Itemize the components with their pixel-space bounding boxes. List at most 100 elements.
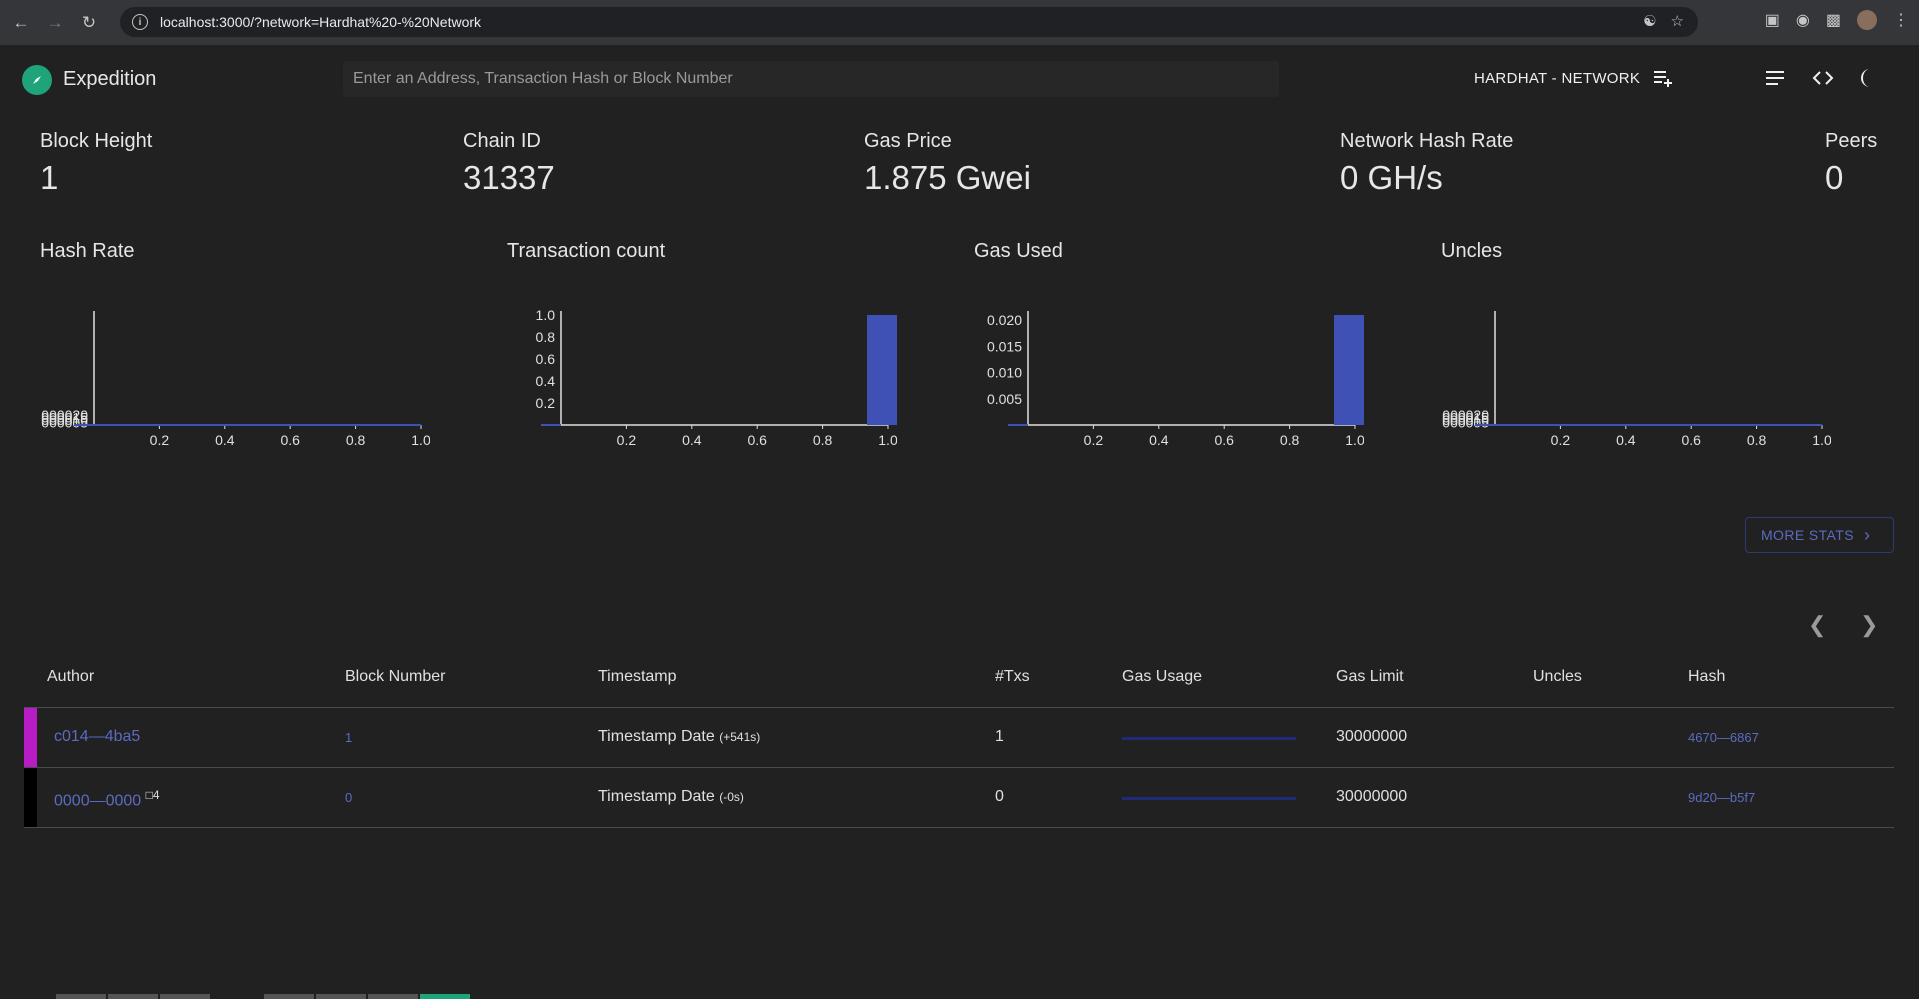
transaction-count-plot: 0.2 0.4 0.6 0.8 1.0 0.2 0.4 0.6 0.8 1.0 (536, 307, 897, 448)
bottom-strip (0, 994, 1919, 999)
timestamp-text: Timestamp Date (598, 788, 715, 805)
stat-value: 31337 (463, 159, 555, 196)
gas-limit: 30000000 (1336, 788, 1408, 805)
x-tick-label: 0.2 (1551, 432, 1571, 448)
column-timestamp: Timestamp (598, 668, 677, 685)
stat-label: Chain ID (463, 130, 541, 152)
browser-menu-icon[interactable]: ⋮ (1893, 10, 1909, 30)
txs-count: 0 (995, 788, 1004, 805)
stat-chain-id: Chain ID 31337 (463, 130, 555, 197)
timestamp-cell: Timestamp Date (+541s) (598, 728, 760, 746)
x-tick-label: 0.8 (813, 432, 833, 448)
stat-label: Block Height (40, 130, 153, 152)
browser-toolbar: ← → ↻ i localhost:3000/?network=Hardhat%… (0, 0, 1919, 45)
chart-title: Gas Used (974, 240, 1063, 262)
previous-page-icon[interactable]: ❮ (1808, 612, 1826, 638)
y-tick-label: 0.015 (987, 338, 1022, 354)
column-txs: #Txs (995, 668, 1030, 685)
bar (1334, 315, 1364, 425)
bookmark-star-icon[interactable]: ☆ (1671, 12, 1684, 30)
dark-mode-moon-icon[interactable] (1858, 65, 1884, 91)
taskbar-segment (368, 994, 418, 999)
y-tick-label: 0.6 (536, 351, 556, 367)
x-tick-label: 0.2 (150, 432, 170, 448)
app-title[interactable]: Expedition (63, 68, 156, 91)
hash-link[interactable]: 4670—6867 (1688, 730, 1759, 745)
block-number-link[interactable]: 0 (345, 790, 352, 805)
hash-link[interactable]: 9d20—b5f7 (1688, 790, 1755, 805)
uncles-plot: 0.2 0.4 0.6 0.8 1.0000005000010000015000020 (1442, 311, 1831, 448)
code-icon[interactable] (1810, 65, 1836, 91)
x-tick-label: 1.0 (411, 432, 430, 448)
hash-rate-plot: 0.2 0.4 0.6 0.8 1.0000005000010000015000020 (41, 311, 430, 448)
gas-usage-bar (1122, 737, 1296, 740)
network-name[interactable]: HARDHAT - NETWORK (1474, 70, 1640, 87)
extension-icon[interactable]: ◉ (1796, 10, 1810, 30)
profile-avatar[interactable] (1857, 10, 1877, 30)
x-tick-label: 0.4 (215, 432, 235, 448)
x-tick-label: 1.0 (1345, 432, 1364, 448)
timestamp-cell: Timestamp Date (-0s) (598, 788, 744, 806)
more-stats-label: MORE STATS (1761, 527, 1854, 543)
x-tick-label: 1.0 (1812, 432, 1831, 448)
x-tick-label: 1.0 (878, 432, 897, 448)
chart-uncles: Uncles 0.2 0.4 0.6 0.8 1.0 000005 000010 000015… (1441, 240, 1841, 470)
timestamp-delta: (+541s) (719, 730, 761, 744)
table-row: c014—4ba5 1 Timestamp Date (+541s) 1 300… (24, 707, 1894, 768)
x-tick-label: 0.8 (1280, 432, 1300, 448)
reload-icon[interactable]: ↻ (76, 10, 102, 36)
chart-title: Hash Rate (40, 240, 135, 262)
stat-value: 0 GH/s (1340, 159, 1443, 196)
x-tick-label: 0.4 (1149, 432, 1169, 448)
stat-value: 1 (40, 159, 59, 196)
url-text: localhost:3000/?network=Hardhat%20-%20Ne… (160, 14, 482, 30)
author-link[interactable]: 0000—0000 (54, 792, 141, 809)
x-tick-label: 0.4 (1616, 432, 1636, 448)
x-tick-label: 0.6 (280, 432, 300, 448)
column-author: Author (47, 668, 95, 685)
timestamp-text: Timestamp Date (598, 728, 715, 745)
chevron-right-icon: › (1863, 524, 1871, 545)
more-stats-button[interactable]: MORE STATS › (1745, 517, 1894, 553)
author-link[interactable]: c014—4ba5 (54, 728, 140, 746)
search-input[interactable] (353, 70, 1279, 88)
add-network-icon[interactable] (1650, 65, 1676, 91)
site-info-icon[interactable]: i (132, 14, 148, 30)
chart-hash-rate: Hash Rate 0.2 0.4 0.6 0.8 1.0 000005 000010 000… (40, 240, 440, 470)
y-tick-label: 0.4 (536, 373, 556, 389)
address-bar[interactable]: i localhost:3000/?network=Hardhat%20-%20… (120, 7, 1698, 37)
x-tick-label: 0.2 (617, 432, 637, 448)
chart-title: Uncles (1441, 240, 1503, 262)
x-tick-label: 0.2 (1084, 432, 1104, 448)
author-color-bar (24, 708, 37, 768)
taskbar-segment (56, 994, 106, 999)
back-icon[interactable]: ← (8, 10, 34, 36)
menu-lines-icon[interactable] (1762, 65, 1788, 91)
extension-icon[interactable]: ▣ (1765, 10, 1780, 30)
timestamp-delta: (-0s) (719, 790, 744, 804)
y-tick-label: 0.8 (536, 329, 556, 345)
column-gas-limit: Gas Limit (1336, 668, 1404, 685)
compass-logo-icon[interactable] (22, 65, 52, 95)
y-tick-label: 0.2 (536, 395, 556, 411)
uncle-mark: □4 (145, 788, 160, 802)
author-cell: 0000—0000 □4 (54, 788, 160, 810)
stat-label: Gas Price (864, 130, 952, 152)
chart-gas-used: Gas Used 0.2 0.4 0.6 0.8 1.0 0.005 0.010 0.015 0… (974, 240, 1374, 470)
y-tick-label: 000020 (41, 407, 88, 423)
x-tick-label: 0.6 (1681, 432, 1701, 448)
x-tick-label: 0.6 (747, 432, 767, 448)
next-page-icon[interactable]: ❯ (1860, 612, 1878, 638)
stat-value: 0 (1825, 159, 1844, 196)
chart-transaction-count: Transaction count 0.2 0.4 0.6 0.8 1.0 0.2 0.4 0… (507, 240, 907, 470)
column-uncles: Uncles (1533, 668, 1582, 685)
extensions-puzzle-icon[interactable]: ▩ (1826, 10, 1841, 30)
y-tick-label: 1.0 (536, 307, 556, 323)
x-tick-label: 0.4 (682, 432, 702, 448)
translate-icon[interactable]: ☯ (1643, 12, 1656, 30)
block-number-link[interactable]: 1 (345, 730, 352, 745)
forward-icon[interactable]: → (42, 10, 68, 36)
search-bar[interactable] (343, 61, 1279, 97)
table-bottom-divider (24, 827, 1894, 828)
gas-usage-bar (1122, 797, 1296, 800)
